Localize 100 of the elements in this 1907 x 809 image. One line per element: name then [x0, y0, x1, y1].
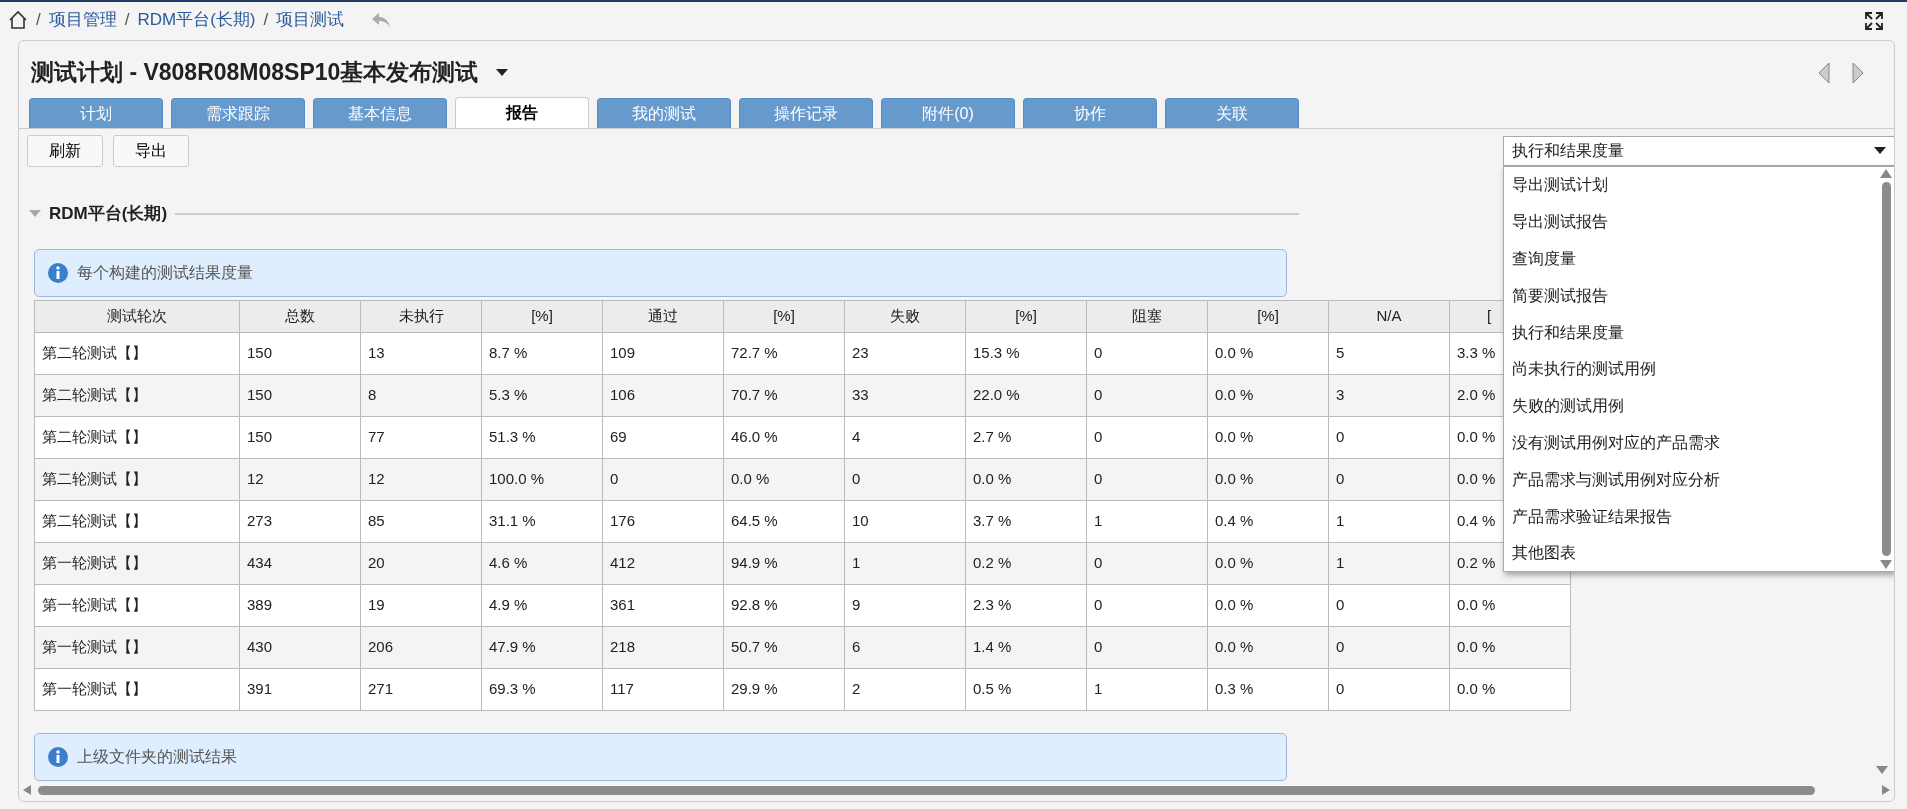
table-cell: 0 [844, 458, 966, 500]
table-cell: 6 [844, 626, 966, 668]
report-select[interactable]: 执行和结果度量 [1503, 136, 1894, 166]
table-cell: 19 [360, 584, 482, 626]
table-cell: 8.7 % [481, 332, 603, 374]
table-cell: 0.5 % [965, 668, 1087, 710]
table-cell: 0 [1086, 584, 1208, 626]
table-cell: 0 [1328, 458, 1450, 500]
table-cell: 0 [1086, 374, 1208, 416]
scroll-right-icon[interactable] [1881, 785, 1890, 795]
table-cell: 0 [1086, 416, 1208, 458]
table-cell: 9 [844, 584, 966, 626]
table-cell: 31.1 % [481, 500, 603, 542]
info-text: 每个构建的测试结果度量 [77, 262, 253, 283]
column-header: [%] [723, 300, 845, 332]
info-icon [47, 261, 69, 284]
previous-icon[interactable] [1817, 61, 1830, 84]
scroll-down-icon[interactable] [1876, 766, 1888, 775]
dropdown-option[interactable]: 导出测试计划 [1504, 167, 1878, 204]
table-cell: 0.0 % [1449, 626, 1571, 668]
table-cell: 391 [239, 668, 361, 710]
vertical-scrollbar[interactable] [1878, 167, 1894, 571]
column-header: 测试轮次 [34, 300, 240, 332]
table-cell: 361 [602, 584, 724, 626]
info-icon [47, 745, 69, 768]
table-cell: 434 [239, 542, 361, 584]
table-cell: 69 [602, 416, 724, 458]
breadcrumb-link[interactable]: RDM平台(长期) [137, 7, 256, 33]
table-cell: 4.6 % [481, 542, 603, 584]
table-cell: 5 [1328, 332, 1450, 374]
table-cell: 0.0 % [1207, 542, 1329, 584]
column-header: 阻塞 [1086, 300, 1208, 332]
column-header: 总数 [239, 300, 361, 332]
table-cell: 5.3 % [481, 374, 603, 416]
table-cell: 8 [360, 374, 482, 416]
table-cell: 0.0 % [1207, 332, 1329, 374]
table-cell: 0.0 % [1207, 416, 1329, 458]
table-cell: 29.9 % [723, 668, 845, 710]
table-cell: 1.4 % [965, 626, 1087, 668]
next-icon[interactable] [1852, 61, 1864, 84]
tab[interactable]: 报告 [455, 97, 589, 128]
table-cell: 0.0 % [1207, 626, 1329, 668]
scroll-left-icon[interactable] [23, 785, 32, 795]
scroll-up-icon[interactable] [1880, 169, 1892, 178]
table-cell: 70.7 % [723, 374, 845, 416]
table-cell: 1 [1086, 668, 1208, 710]
table-cell: 69.3 % [481, 668, 603, 710]
table-cell: 0 [1086, 542, 1208, 584]
column-header: [%] [965, 300, 1087, 332]
table-cell: 3.7 % [965, 500, 1087, 542]
scroll-down-icon[interactable] [1880, 560, 1892, 569]
table-cell: 206 [360, 626, 482, 668]
toolbar-button[interactable]: 导出 [113, 135, 189, 167]
table-cell: 第二轮测试【】 [34, 374, 240, 416]
table-cell: 109 [602, 332, 724, 374]
table-cell: 150 [239, 416, 361, 458]
table-cell: 77 [360, 416, 482, 458]
table-cell: 15.3 % [965, 332, 1087, 374]
table-cell: 4 [844, 416, 966, 458]
table-cell: 3 [1328, 374, 1450, 416]
toolbar-button[interactable]: 刷新 [27, 135, 103, 167]
fullscreen-icon[interactable] [1863, 10, 1885, 32]
column-header: 未执行 [360, 300, 482, 332]
table-cell: 0 [1086, 626, 1208, 668]
table-cell: 0 [1328, 584, 1450, 626]
collapse-icon[interactable] [29, 209, 41, 218]
table-cell: 0 [1328, 668, 1450, 710]
table-cell: 117 [602, 668, 724, 710]
dropdown-option[interactable]: 导出测试报告 [1504, 203, 1878, 241]
back-icon[interactable] [370, 11, 393, 29]
table-cell: 72.7 % [723, 332, 845, 374]
caret-icon[interactable] [496, 68, 509, 77]
table-cell: 12 [239, 458, 361, 500]
home-icon[interactable] [8, 10, 28, 30]
table-cell: 0 [1328, 416, 1450, 458]
table-cell: 第二轮测试【】 [34, 416, 240, 458]
dropdown-option[interactable]: 查询度量 [1504, 240, 1878, 278]
table-cell: 0.4 % [1207, 500, 1329, 542]
table-cell: 20 [360, 542, 482, 584]
breadcrumb-separator: / [124, 9, 130, 32]
page-title: 测试计划 - V808R08M08SP10基本发布测试 [31, 58, 479, 88]
table-cell: 第一轮测试【】 [34, 542, 240, 584]
table-cell: 412 [602, 542, 724, 584]
table-cell: 2.3 % [965, 584, 1087, 626]
column-header: 失败 [844, 300, 966, 332]
table-cell: 2 [844, 668, 966, 710]
breadcrumb-separator: / [36, 9, 41, 32]
table-cell: 92.8 % [723, 584, 845, 626]
breadcrumb-link[interactable]: 项目管理 [48, 7, 117, 33]
table-cell: 1 [844, 542, 966, 584]
column-header: N/A [1328, 300, 1450, 332]
table-cell: 389 [239, 584, 361, 626]
table-cell: 0 [602, 458, 724, 500]
table-cell: 0.3 % [1207, 668, 1329, 710]
table-cell: 23 [844, 332, 966, 374]
table-cell: 0.0 % [1207, 458, 1329, 500]
table-cell: 第二轮测试【】 [34, 332, 240, 374]
breadcrumb-link[interactable]: 项目测试 [276, 7, 345, 33]
table-cell: 47.9 % [481, 626, 603, 668]
table-cell: 12 [360, 458, 482, 500]
